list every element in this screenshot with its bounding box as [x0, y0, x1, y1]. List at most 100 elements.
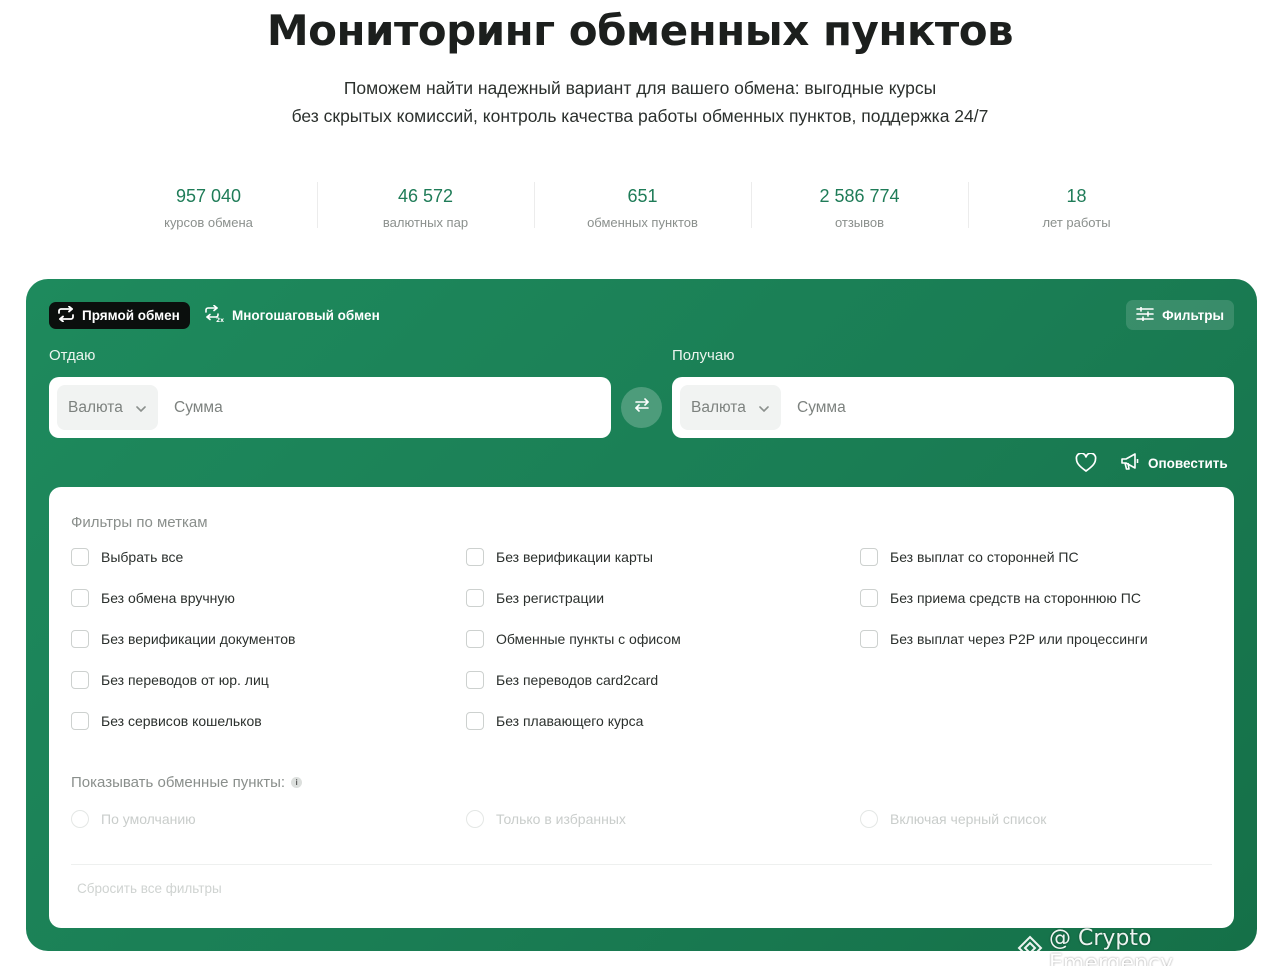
megaphone-icon — [1120, 453, 1140, 474]
stat-value: 46 572 — [397, 186, 454, 206]
stat-label: курсов обмена — [164, 215, 253, 230]
stat-value: 957 040 — [175, 186, 242, 206]
chevron-down-icon — [136, 399, 146, 417]
checkbox-no-third-party-receipt[interactable]: Без приема средств на стороннюю ПС — [860, 589, 1141, 607]
give-currency-value: Валюта — [68, 398, 123, 416]
checkbox-box[interactable] — [71, 712, 89, 730]
stats-bar: 957 040 курсов обмена 46 572 валютных па… — [100, 176, 1185, 236]
show-exchangers-text: Показывать обменные пункты: — [71, 774, 286, 791]
get-currency-select[interactable]: Валюта — [680, 385, 781, 430]
checkbox-no-floating-rate[interactable]: Без плавающего курса — [466, 712, 643, 730]
radio-circle[interactable] — [466, 810, 484, 828]
checkbox-no-wallet-services[interactable]: Без сервисов кошельков — [71, 712, 262, 730]
checkbox-with-office[interactable]: Обменные пункты с офисом — [466, 630, 681, 648]
get-amount-input[interactable] — [797, 398, 1197, 417]
checkbox-no-card-verification[interactable]: Без верификации карты — [466, 548, 653, 566]
swap-arrows-icon — [57, 305, 75, 325]
filters-button[interactable]: Фильтры — [1126, 300, 1234, 330]
checkbox-box[interactable] — [466, 548, 484, 566]
checkbox-no-card2card[interactable]: Без переводов card2card — [466, 671, 658, 689]
show-exchangers-label: Показывать обменные пункты: i — [71, 774, 303, 791]
checkbox-label: Без верификации документов — [101, 631, 296, 647]
exchange-panel: Прямой обмен 2x Многошаговый обмен Фильт… — [26, 279, 1257, 951]
stat-reviews: 2 586 774 отзывов — [751, 176, 968, 236]
checkbox-box[interactable] — [71, 630, 89, 648]
stat-years: 18 лет работы — [968, 176, 1185, 236]
stat-label: отзывов — [834, 215, 885, 230]
stat-pairs: 46 572 валютных пар — [317, 176, 534, 236]
checkbox-label: Без приема средств на стороннюю ПС — [890, 590, 1141, 606]
favorite-button[interactable] — [1075, 452, 1097, 478]
checkbox-no-legal-entity-transfers[interactable]: Без переводов от юр. лиц — [71, 671, 269, 689]
reset-filters-link[interactable]: Сбросить все фильтры — [77, 881, 222, 896]
radio-label: По умолчанию — [101, 811, 196, 827]
checkbox-box[interactable] — [860, 630, 878, 648]
checkbox-label: Без плавающего курса — [496, 713, 644, 729]
checkbox-box[interactable] — [466, 712, 484, 730]
checkbox-no-registration[interactable]: Без регистрации — [466, 589, 604, 607]
give-currency-select[interactable]: Валюта — [57, 385, 158, 430]
checkbox-no-document-verification[interactable]: Без верификации документов — [71, 630, 295, 648]
radio-label: Только в избранных — [496, 811, 626, 827]
stat-value: 18 — [1066, 186, 1087, 206]
checkbox-label: Без выплат со сторонней ПС — [890, 549, 1079, 565]
give-field: Валюта — [49, 377, 611, 438]
filters-button-label: Фильтры — [1162, 307, 1224, 323]
radio-favorites-only[interactable]: Только в избранных — [466, 810, 626, 828]
checkbox-label: Без переводов от юр. лиц — [101, 672, 269, 688]
checkbox-box[interactable] — [860, 589, 878, 607]
checkbox-label: Без выплат через P2P или процессинги — [890, 631, 1148, 647]
radio-include-blacklist[interactable]: Включая черный список — [860, 810, 1046, 828]
give-label: Отдаю — [49, 347, 96, 364]
checkbox-label: Без регистрации — [496, 590, 605, 606]
checkbox-label: Без сервисов кошельков — [101, 713, 262, 729]
swap-arrows-icon — [634, 398, 650, 417]
checkbox-label: Без обмена вручную — [101, 590, 235, 606]
multistep-swap-icon: 2x — [204, 304, 224, 326]
get-field: Валюта — [672, 377, 1234, 438]
tab-multistep-exchange[interactable]: 2x Многошаговый обмен — [204, 302, 380, 329]
chevron-down-icon — [759, 399, 769, 417]
checkbox-box[interactable] — [860, 548, 878, 566]
swap-direction-button[interactable] — [621, 387, 662, 428]
tag-filters-card: Фильтры по меткам Выбрать все Без обмена… — [49, 487, 1234, 928]
checkbox-box[interactable] — [466, 589, 484, 607]
checkbox-box[interactable] — [71, 589, 89, 607]
stat-label: обменных пунктов — [587, 215, 698, 230]
give-amount-input[interactable] — [174, 398, 574, 417]
tag-filters-heading: Фильтры по меткам — [71, 514, 208, 531]
checkbox-select-all[interactable]: Выбрать все — [71, 548, 183, 566]
checkbox-label: Без верификации карты — [496, 549, 653, 565]
radio-label: Включая черный список — [890, 811, 1047, 827]
checkbox-box[interactable] — [466, 630, 484, 648]
get-currency-value: Валюта — [691, 398, 746, 416]
tab-multistep-label: Многошаговый обмен — [232, 308, 380, 323]
checkbox-no-third-party-payouts[interactable]: Без выплат со сторонней ПС — [860, 548, 1079, 566]
notify-label: Оповестить — [1148, 456, 1228, 471]
get-label: Получаю — [672, 347, 735, 364]
watermark-text: @ Crypto Emergency — [1049, 926, 1174, 966]
stat-rates: 957 040 курсов обмена — [100, 176, 317, 236]
tab-direct-exchange[interactable]: Прямой обмен — [49, 302, 190, 329]
checkbox-label: Выбрать все — [101, 549, 184, 565]
checkbox-box[interactable] — [71, 548, 89, 566]
info-icon[interactable]: i — [291, 777, 303, 788]
checkbox-label: Обменные пункты с офисом — [496, 631, 681, 647]
page-subtitle-line-2: без скрытых комиссий, контроль качества … — [291, 106, 989, 126]
tab-direct-label: Прямой обмен — [82, 308, 180, 323]
checkbox-no-manual-exchange[interactable]: Без обмена вручную — [71, 589, 235, 607]
diamond-logo-icon — [1017, 935, 1043, 966]
page-subtitle-line-1: Поможем найти надежный вариант для вашег… — [343, 78, 937, 98]
stat-label: валютных пар — [382, 215, 469, 230]
checkbox-box[interactable] — [466, 671, 484, 689]
sliders-icon — [1136, 305, 1154, 324]
radio-circle[interactable] — [860, 810, 878, 828]
page-title: Мониторинг обменных пунктов — [266, 6, 1014, 55]
stat-exchangers: 651 обменных пунктов — [534, 176, 751, 236]
radio-default[interactable]: По умолчанию — [71, 810, 196, 828]
checkbox-no-p2p-payouts[interactable]: Без выплат через P2P или процессинги — [860, 630, 1148, 648]
radio-circle[interactable] — [71, 810, 89, 828]
notify-button[interactable]: Оповестить — [1120, 453, 1228, 474]
checkbox-box[interactable] — [71, 671, 89, 689]
svg-text:2x: 2x — [216, 317, 224, 323]
